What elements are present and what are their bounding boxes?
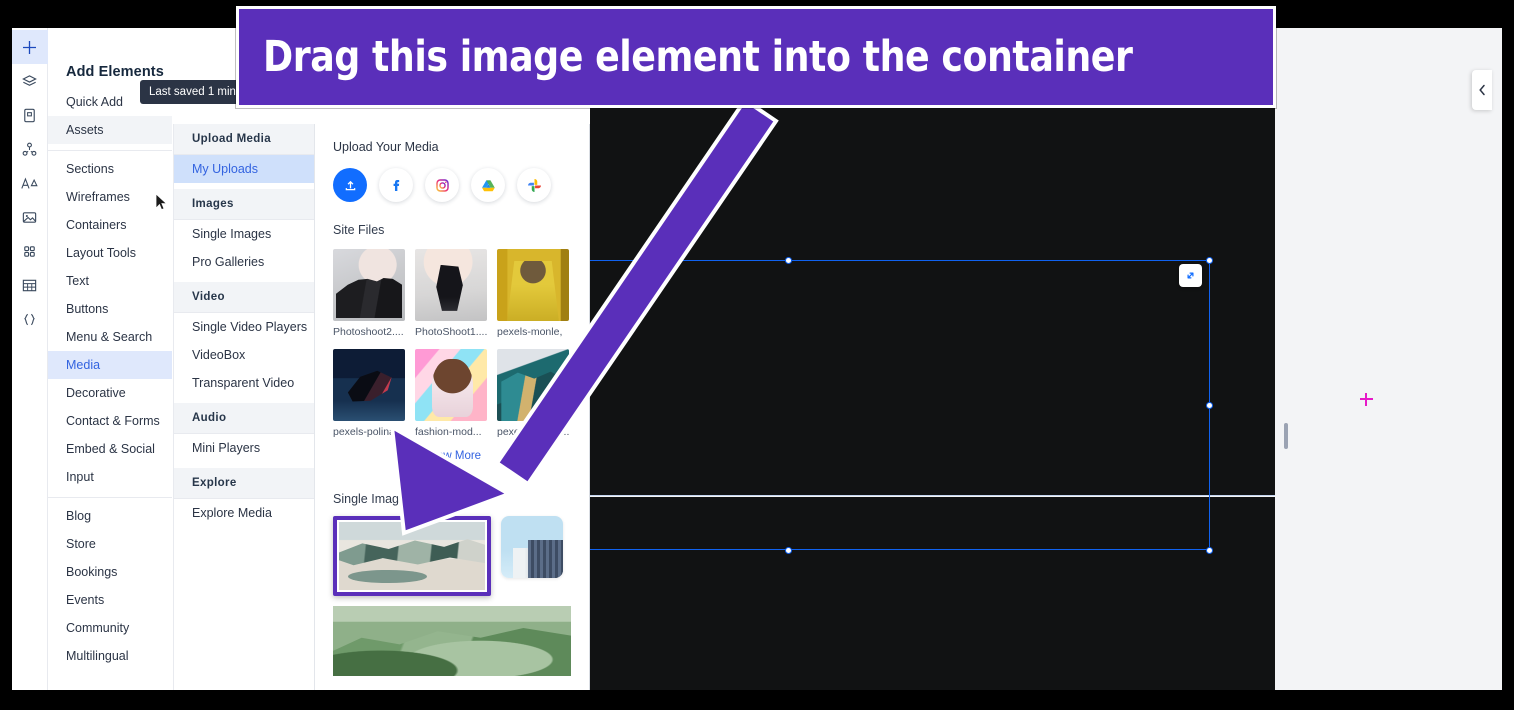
cms-icon[interactable] — [12, 268, 48, 302]
submenu-item-mini-players[interactable]: Mini Players — [174, 434, 314, 462]
resize-diagonal-icon[interactable] — [1179, 264, 1202, 287]
single-images-row — [315, 516, 589, 596]
resize-handle-bottom-right[interactable] — [1206, 547, 1213, 554]
resize-handle-top[interactable] — [785, 257, 792, 264]
editor-window: Add Elements Quick Add Assets Sections W… — [12, 28, 1502, 690]
upload-sources-row — [315, 168, 589, 202]
thumbnail-image — [497, 249, 569, 321]
mouse-cursor — [155, 193, 168, 216]
single-image-thumbnail-wide[interactable] — [333, 606, 571, 676]
submenu-item-videobox[interactable]: VideoBox — [174, 341, 314, 369]
google-drive-icon[interactable] — [471, 168, 505, 202]
canvas-scroll-indicator[interactable] — [1284, 423, 1288, 449]
submenu-item-pro-galleries[interactable]: Pro Galleries — [174, 248, 314, 276]
left-icon-rail — [12, 28, 48, 690]
sidebar-item-sections[interactable]: Sections — [48, 155, 172, 183]
annotation-banner-text: Drag this image element into the contain… — [263, 32, 1133, 82]
chevron-left-icon[interactable] — [1472, 70, 1492, 110]
theme-manager-icon[interactable] — [12, 166, 48, 200]
media-thumbnail[interactable]: fashion-mod... — [415, 349, 487, 438]
site-structure-icon[interactable] — [12, 132, 48, 166]
submenu-header-upload-media: Upload Media — [174, 124, 314, 155]
sidebar-item-contact-and-forms[interactable]: Contact & Forms — [48, 407, 172, 435]
sidebar-item-community[interactable]: Community — [48, 614, 172, 642]
site-canvas[interactable]: Emily Smith — [590, 28, 1502, 690]
sidebar-item-layout-tools[interactable]: Layout Tools — [48, 239, 172, 267]
media-thumbnail[interactable]: pexels-duarte... — [497, 349, 569, 438]
sidebar-item-buttons[interactable]: Buttons — [48, 295, 172, 323]
thumbnail-caption: pexels-monle, — [497, 326, 563, 338]
pages-icon[interactable] — [12, 98, 48, 132]
sidebar-item-blog[interactable]: Blog — [48, 502, 172, 530]
sidebar-item-events[interactable]: Events — [48, 586, 172, 614]
facebook-icon[interactable] — [379, 168, 413, 202]
sidebar-item-media[interactable]: Media — [48, 351, 172, 379]
submenu-item-single-video-players[interactable]: Single Video Players — [174, 313, 314, 341]
media-browser: Upload Your Media Site Files Photoshoot2… — [315, 124, 590, 690]
page-title: Add Elements — [66, 64, 164, 80]
category-group-2: Sections Wireframes Containers Layout To… — [48, 151, 172, 498]
resize-handle-top-right[interactable] — [1206, 257, 1213, 264]
media-thumbnail[interactable]: PhotoShoot1.... — [415, 249, 487, 338]
thumbnail-image — [333, 349, 405, 421]
sidebar-item-embed-and-social[interactable]: Embed & Social — [48, 435, 172, 463]
screenshot-root: Add Elements Quick Add Assets Sections W… — [0, 0, 1514, 710]
sidebar-item-decorative[interactable]: Decorative — [48, 379, 172, 407]
sidebar-item-multilingual[interactable]: Multilingual — [48, 642, 172, 670]
sidebar-item-bookings[interactable]: Bookings — [48, 558, 172, 586]
media-thumbnail[interactable]: pexels-monle, — [497, 249, 569, 338]
google-photos-icon[interactable] — [517, 168, 551, 202]
apps-icon[interactable] — [12, 234, 48, 268]
add-elements-icon[interactable] — [12, 30, 48, 64]
instagram-icon[interactable] — [425, 168, 459, 202]
single-image-thumbnail[interactable] — [501, 516, 563, 578]
dev-mode-icon[interactable] — [12, 302, 48, 336]
submenu-column: Upload Media My Uploads Images Single Im… — [173, 124, 315, 690]
submenu-item-single-images[interactable]: Single Images — [174, 220, 314, 248]
selected-container-outline[interactable] — [590, 257, 1213, 554]
annotation-banner: Drag this image element into the contain… — [236, 6, 1276, 108]
thumbnail-image — [497, 349, 569, 421]
selected-single-image-thumbnail[interactable] — [333, 516, 491, 596]
sidebar-item-containers[interactable]: Containers — [48, 211, 172, 239]
sidebar-item-input[interactable]: Input — [48, 463, 172, 491]
category-list: Quick Add Assets Sections Wireframes Con… — [48, 84, 172, 676]
thumbnail-image — [415, 349, 487, 421]
layers-icon[interactable] — [12, 64, 48, 98]
thumbnail-image — [415, 249, 487, 321]
thumbnail-caption: Photoshoot2.... — [333, 326, 404, 338]
sidebar-item-assets[interactable]: Assets — [48, 116, 172, 144]
sidebar-item-wireframes[interactable]: Wireframes — [48, 183, 172, 211]
show-more-link[interactable]: Show More — [315, 450, 589, 462]
thumbnail-caption: PhotoShoot1.... — [415, 326, 487, 338]
single-images-label: Single Images — [333, 492, 413, 506]
media-thumbnail[interactable]: Photoshoot2.... — [333, 249, 405, 338]
upload-your-media-label: Upload Your Media — [333, 140, 439, 154]
thumbnail-caption: fashion-mod... — [415, 426, 482, 438]
submenu-item-my-uploads[interactable]: My Uploads — [174, 155, 314, 183]
thumbnail-caption: pexels-duarte... — [497, 426, 569, 438]
resize-handle-right[interactable] — [1206, 402, 1213, 409]
thumbnail-image — [333, 249, 405, 321]
submenu-header-audio: Audio — [174, 403, 314, 434]
site-files-row-2: pexels-polina... fashion-mod... pexels-d… — [315, 349, 589, 438]
submenu-header-explore: Explore — [174, 468, 314, 499]
category-group-3: Blog Store Bookings Events Community Mul… — [48, 498, 172, 676]
sidebar-item-menu-and-search[interactable]: Menu & Search — [48, 323, 172, 351]
submenu-item-transparent-video[interactable]: Transparent Video — [174, 369, 314, 397]
submenu-header-video: Video — [174, 282, 314, 313]
media-thumbnail[interactable]: pexels-polina... — [333, 349, 405, 438]
upload-icon[interactable] — [333, 168, 367, 202]
site-files-row-1: Photoshoot2.... PhotoShoot1.... pexels-m… — [315, 249, 589, 338]
drop-target-crosshair — [1360, 393, 1373, 406]
submenu-item-explore-media[interactable]: Explore Media — [174, 499, 314, 527]
submenu-header-images: Images — [174, 189, 314, 220]
sidebar-item-store[interactable]: Store — [48, 530, 172, 558]
thumbnail-caption: pexels-polina... — [333, 426, 404, 438]
resize-handle-bottom[interactable] — [785, 547, 792, 554]
sidebar-item-text[interactable]: Text — [48, 267, 172, 295]
site-files-label: Site Files — [333, 223, 385, 237]
media-manager-icon[interactable] — [12, 200, 48, 234]
